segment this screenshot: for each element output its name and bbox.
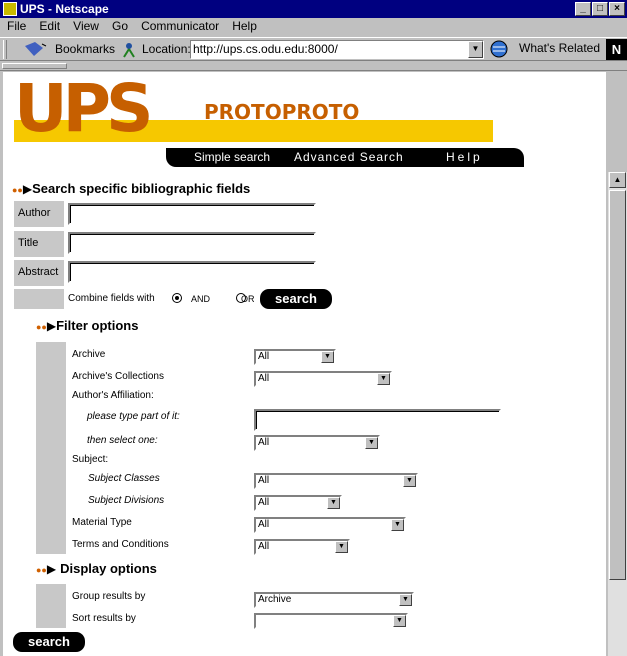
dropdown-arrow-icon: ▼ [365,437,378,449]
group-by-label: Group results by [72,591,146,602]
combine-fields-label: Combine fields with [68,293,155,304]
sort-by-label: Sort results by [72,613,136,624]
affiliation-text-input[interactable] [254,409,501,431]
affiliation-label: Author's Affiliation: [72,390,154,401]
minimize-button[interactable]: _ [575,2,591,16]
group-by-select[interactable]: Archive ▼ [254,592,414,608]
abstract-input[interactable] [68,261,316,283]
title-input[interactable] [68,232,316,254]
nav-advanced-search[interactable]: Advanced Search [294,148,404,167]
nav-simple-search[interactable]: Simple search [194,148,270,167]
nav-help[interactable]: Help [446,148,483,167]
archive-label: Archive [72,349,106,360]
dropdown-arrow-icon: ▼ [377,373,390,385]
bookmarks-icon[interactable] [22,40,48,58]
select-one-label: then select one: [87,435,158,446]
menu-help[interactable]: Help [232,18,257,35]
subject-divisions-label: Subject Divisions [88,495,165,506]
dropdown-arrow-icon: ▼ [335,541,348,553]
or-label: OR [241,294,255,304]
search-section-heading: ●●▶Search specific bibliographic fields [12,181,251,196]
search-button[interactable]: search [260,289,332,309]
filter-section-heading: ●●▶Filter options [36,318,139,333]
subject-divisions-select[interactable]: All ▼ [254,495,342,511]
nav-bar: Simple search Advanced Search Help [166,148,524,167]
menu-communicator[interactable]: Communicator [141,18,219,35]
abstract-label: Abstract [14,260,64,286]
netscape-app-icon [3,2,17,16]
menu-edit[interactable]: Edit [39,18,60,35]
sort-by-select[interactable]: ▼ [254,613,408,629]
protoproto-logo: PROTOPROTO [204,100,360,124]
author-label: Author [14,201,64,227]
terms-select[interactable]: All ▼ [254,539,350,555]
bookmarks-button[interactable]: Bookmarks [55,42,115,56]
subject-classes-select[interactable]: All ▼ [254,473,418,489]
subject-label: Subject: [72,454,109,465]
scroll-thumb[interactable] [609,190,626,580]
bullet-icon: ●● [36,322,47,332]
menu-view[interactable]: View [73,18,99,35]
filter-gray-column [36,342,66,554]
terms-label: Terms and Conditions [72,539,169,550]
menu-bar: File Edit View Go Communicator Help [0,18,627,36]
url-input[interactable]: http://ups.cs.odu.edu:8000/ ▼ [190,40,484,59]
subject-classes-label: Subject Classes [88,473,160,484]
triangle-icon: ▶ [46,319,57,333]
menu-file[interactable]: File [7,18,26,35]
toolbar-grip[interactable] [3,40,7,59]
dropdown-arrow-icon: ▼ [403,475,416,487]
title-bar: UPS - Netscape _ □ × [0,0,627,18]
material-type-label: Material Type [72,517,132,528]
whats-related-button[interactable]: What's Related [519,41,600,55]
close-button[interactable]: × [609,2,625,16]
dropdown-arrow-icon: ▼ [391,519,404,531]
dropdown-arrow-icon: ▼ [327,497,340,509]
maximize-button[interactable]: □ [592,2,608,16]
title-label: Title [14,231,64,257]
scroll-up-icon[interactable]: ▲ [609,172,626,188]
dropdown-arrow-icon: ▼ [393,615,406,627]
url-text: http://ups.cs.odu.edu:8000/ [193,42,338,56]
and-label: AND [191,294,211,304]
collections-label: Archive's Collections [72,371,164,382]
url-dropdown-icon[interactable]: ▼ [468,41,483,58]
affiliation-select[interactable]: All ▼ [254,435,380,451]
vertical-scrollbar[interactable]: ▲ [608,172,627,656]
location-icon [120,40,138,58]
menu-go[interactable]: Go [112,18,128,35]
ups-logo: UPS [14,70,153,147]
display-gray-column [36,584,66,628]
dropdown-arrow-icon: ▼ [399,594,412,606]
type-part-label: please type part of it: [87,411,180,422]
whats-related-icon[interactable] [489,39,511,59]
window-title: UPS - Netscape [20,2,109,16]
triangle-icon: ▶ [22,182,33,196]
netscape-logo-icon[interactable]: N [606,39,627,60]
bullet-icon: ●● [36,565,47,575]
bottom-search-button[interactable]: search [13,632,85,652]
bullet-icon: ●● [12,185,23,195]
dropdown-arrow-icon: ▼ [321,351,334,363]
display-section-heading: ●●▶ Display options [36,561,157,576]
collections-select[interactable]: All ▼ [254,371,392,387]
author-input[interactable] [68,203,316,225]
archive-select[interactable]: All ▼ [254,349,336,365]
location-label: Location: [142,42,191,56]
combine-label-cell [14,289,64,309]
triangle-icon: ▶ [46,562,57,576]
material-type-select[interactable]: All ▼ [254,517,406,533]
